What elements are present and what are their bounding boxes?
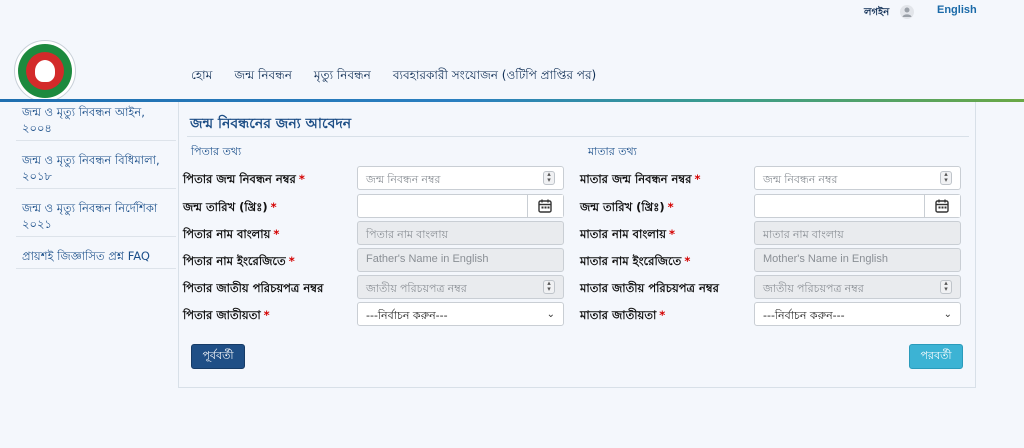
sidebar-item-guideline-2021[interactable]: জন্ম ও মৃত্যু নিবন্ধন নির্দেশিকা ২০২১ [16,198,176,237]
application-form-panel: জন্ম নিবন্ধনের জন্য আবেদন পিতার তথ্য মাত… [178,102,976,388]
father-dob-label: জন্ম তারিখ (খ্রিঃ) * [183,200,277,214]
father-nid-input[interactable]: জাতীয় পরিচয়পত্র নম্বর ▴ ▾ [357,275,564,299]
nav-home[interactable]: হোম [191,67,212,87]
father-nationality-label: পিতার জাতীয়তা * [183,308,270,322]
previous-button[interactable]: পূর্ববর্তী [191,344,245,369]
spinner-icon[interactable]: ▴ ▾ [940,280,952,294]
calendar-icon[interactable] [934,198,950,214]
mother-name-bn-input[interactable]: মাতার নাম বাংলায় [754,221,961,245]
mother-nid-label: মাতার জাতীয় পরিচয়পত্র নম্বর [580,281,719,295]
login-link[interactable]: লগইন [864,5,889,22]
logo-emblem[interactable] [14,40,76,102]
father-brn-label: পিতার জন্ম নিবন্ধন নম্বর * [183,172,305,186]
calendar-icon[interactable] [537,198,553,214]
user-icon[interactable] [900,5,914,19]
nav-add-user[interactable]: ব্যবহারকারী সংযোজন (ওটিপি প্রাপ্তির পর) [393,67,596,87]
mother-brn-label: মাতার জন্ম নিবন্ধন নম্বর * [580,172,701,186]
father-nationality-select[interactable]: ---নির্বাচন করুন--- ⌄ [357,302,564,326]
mother-nid-input[interactable]: জাতীয় পরিচয়পত্র নম্বর ▴ ▾ [754,275,961,299]
father-brn-input[interactable]: জন্ম নিবন্ধন নম্বর ▴ ▾ [357,166,564,190]
title-divider [187,136,969,137]
top-header: লগইন English হোম জন্ম নিবন্ধন মৃত্যু নিব… [0,0,1024,102]
sidebar-item-act-2004[interactable]: জন্ম ও মৃত্যু নিবন্ধন আইন, ২০০৪ [16,102,176,141]
spinner-icon[interactable]: ▴ ▾ [543,280,555,294]
father-section-heading: পিতার তথ্য [191,145,242,158]
chevron-down-icon: ⌄ [943,309,952,320]
father-dob-input[interactable] [357,194,564,218]
next-button[interactable]: পরবর্তী [909,344,963,369]
mother-name-en-label: মাতার নাম ইংরেজিতে * [580,254,691,268]
spinner-icon[interactable]: ▴ ▾ [543,171,555,185]
nav-birth-registration[interactable]: জন্ম নিবন্ধন [234,67,292,87]
main-nav: হোম জন্ম নিবন্ধন মৃত্যু নিবন্ধন ব্যবহারক… [191,67,618,87]
father-name-en-label: পিতার নাম ইংরেজিতে * [183,254,295,268]
spinner-icon[interactable]: ▴ ▾ [940,171,952,185]
chevron-down-icon: ⌄ [546,309,555,320]
mother-section-heading: মাতার তথ্য [588,145,637,158]
father-nid-label: পিতার জাতীয় পরিচয়পত্র নম্বর [183,281,324,295]
father-name-en-input[interactable]: Father's Name in English [357,248,564,272]
sidebar: জন্ম ও মৃত্যু নিবন্ধন আইন, ২০০৪ জন্ম ও ম… [16,102,176,278]
language-toggle[interactable]: English [937,4,977,16]
father-name-bn-label: পিতার নাম বাংলায় * [183,227,280,241]
mother-dob-input[interactable] [754,194,961,218]
mother-brn-input[interactable]: জন্ম নিবন্ধন নম্বর ▴ ▾ [754,166,961,190]
mother-name-en-input[interactable]: Mother's Name in English [754,248,961,272]
mother-dob-label: জন্ম তারিখ (খ্রিঃ) * [580,200,674,214]
sidebar-item-rules-2018[interactable]: জন্ম ও মৃত্যু নিবন্ধন বিধিমালা, ২০১৮ [16,150,176,189]
father-name-bn-input[interactable]: পিতার নাম বাংলায় [357,221,564,245]
mother-nationality-label: মাতার জাতীয়তা * [580,308,666,322]
page-title: জন্ম নিবন্ধনের জন্য আবেদন [190,116,352,132]
mother-nationality-select[interactable]: ---নির্বাচন করুন--- ⌄ [754,302,961,326]
sidebar-item-faq[interactable]: প্রায়শই জিজ্ঞাসিত প্রশ্ন FAQ [16,246,176,269]
nav-death-registration[interactable]: মৃত্যু নিবন্ধন [314,67,371,87]
mother-name-bn-label: মাতার নাম বাংলায় * [580,227,675,241]
